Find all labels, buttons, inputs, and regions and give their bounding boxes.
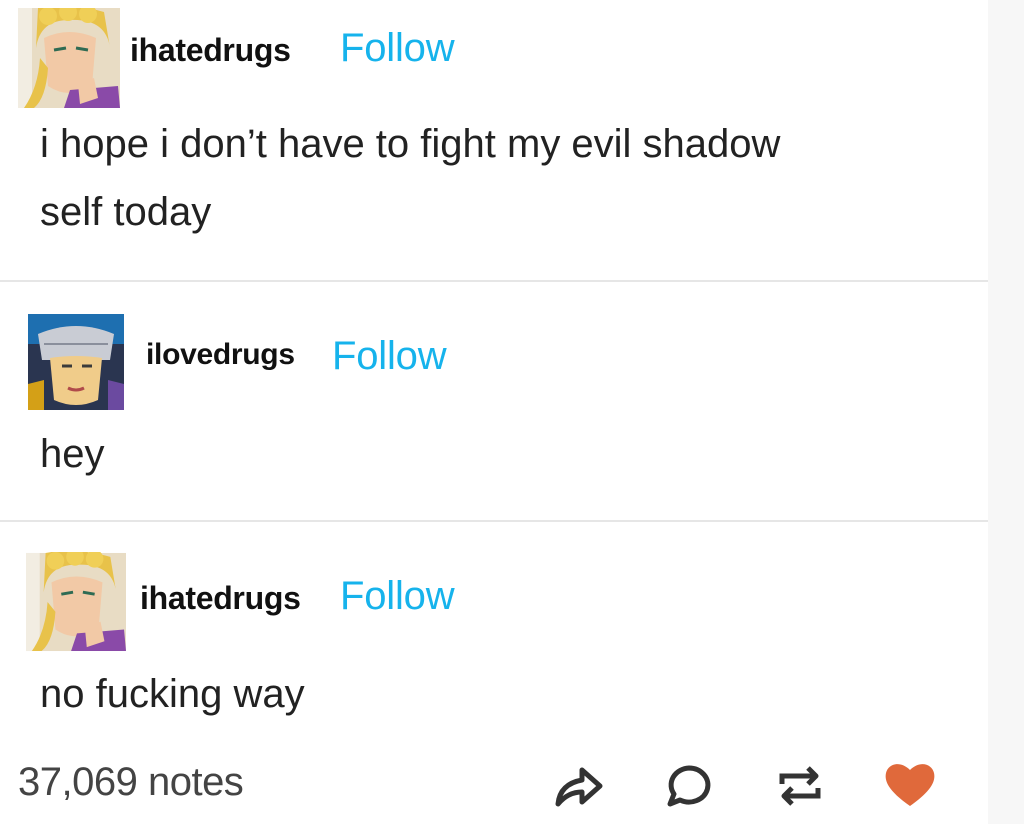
avatar[interactable] xyxy=(18,8,120,108)
post-2: ilovedrugs Follow hey xyxy=(0,282,988,520)
post-3: ihatedrugs Follow no fucking way xyxy=(0,522,988,752)
post-text-line-2: self today xyxy=(40,190,212,234)
post-text-line-1: no fucking way xyxy=(40,672,305,716)
follow-button[interactable]: Follow xyxy=(332,334,447,379)
share-icon[interactable] xyxy=(552,762,606,810)
post-1: ihatedrugs Follow i hope i don’t have to… xyxy=(0,0,988,280)
follow-button[interactable]: Follow xyxy=(340,574,455,619)
follow-button[interactable]: Follow xyxy=(340,26,455,71)
post-text-line-1: i hope i don’t have to fight my evil sha… xyxy=(40,122,781,166)
username[interactable]: ihatedrugs xyxy=(140,580,301,617)
notes-count[interactable]: 37,069 notes xyxy=(18,760,244,805)
avatar[interactable] xyxy=(28,314,124,410)
reply-icon[interactable] xyxy=(664,762,714,810)
post-text-line-1: hey xyxy=(40,432,105,476)
right-edge-strip xyxy=(988,0,1024,824)
username[interactable]: ilovedrugs xyxy=(146,338,295,372)
like-icon[interactable] xyxy=(882,760,938,810)
username[interactable]: ihatedrugs xyxy=(130,32,291,69)
reblog-icon[interactable] xyxy=(774,764,826,808)
avatar[interactable] xyxy=(26,552,126,652)
